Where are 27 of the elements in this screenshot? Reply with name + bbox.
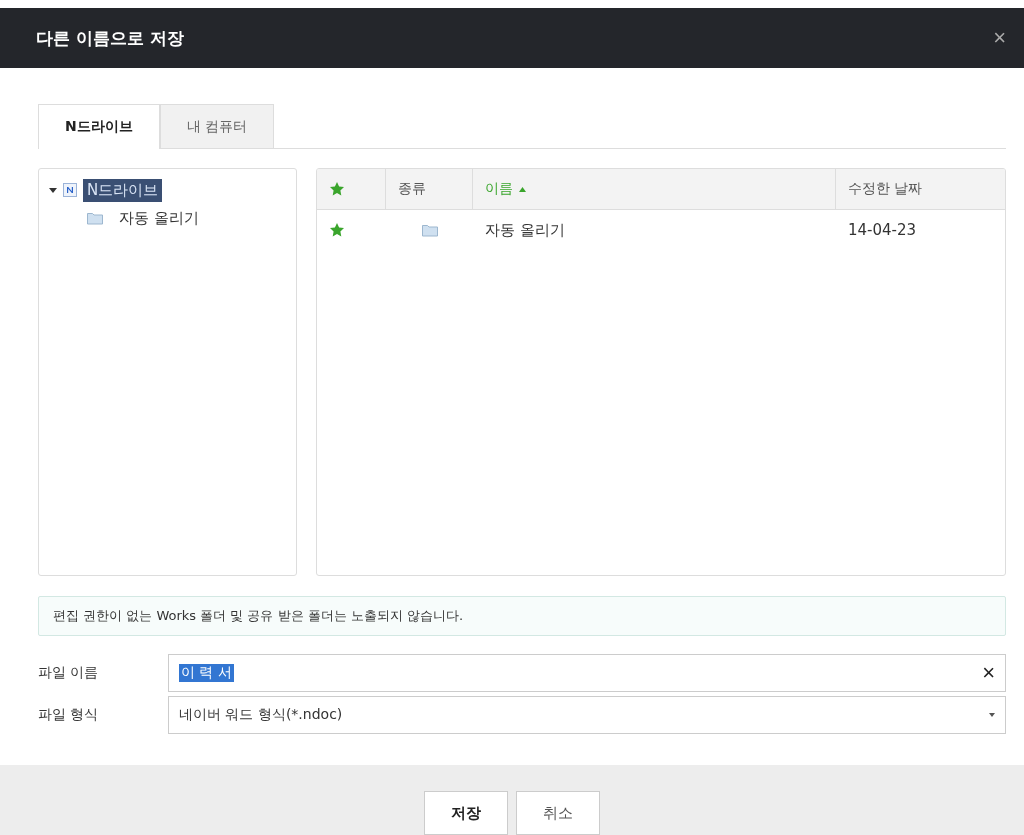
file-name: 자동 올리기 bbox=[485, 220, 565, 240]
modified-date: 14-04-23 bbox=[848, 221, 917, 239]
column-header[interactable]: 수정한 날짜 bbox=[848, 180, 923, 198]
close-button[interactable]: × bbox=[989, 25, 1010, 51]
folder-icon bbox=[87, 211, 103, 225]
caret-icon[interactable] bbox=[49, 186, 57, 194]
column-header[interactable]: 종류 bbox=[398, 180, 426, 198]
window-title: 다른 이름으로 저장 bbox=[36, 26, 184, 50]
dropdown-arrow-icon bbox=[989, 713, 995, 717]
dialog-button[interactable]: 저장 bbox=[424, 791, 508, 835]
clear-button[interactable]: × bbox=[982, 660, 995, 686]
tab[interactable]: N드라이브 bbox=[38, 104, 160, 149]
field-label: 파일 형식 bbox=[38, 706, 100, 724]
field-label: 파일 이름 bbox=[38, 664, 100, 682]
star-icon[interactable] bbox=[329, 181, 345, 197]
tree-item[interactable]: N드라이브 bbox=[83, 178, 163, 202]
file-type-dropdown[interactable]: 네이버 워드 형식(*.ndoc) bbox=[168, 696, 1006, 734]
sort-ascending-icon bbox=[519, 186, 526, 192]
file-row[interactable]: 자동 올리기 14-04-23 bbox=[317, 210, 1005, 250]
file-name-field[interactable]: 이 력 서 × bbox=[168, 654, 1006, 692]
tab[interactable]: 내 컴퓨터 bbox=[159, 104, 275, 148]
star-icon[interactable] bbox=[329, 222, 345, 238]
folder-icon bbox=[421, 223, 438, 237]
dialog-button[interactable]: 취소 bbox=[516, 791, 600, 835]
drive-icon bbox=[63, 183, 77, 197]
tree-item[interactable]: 자동 올리기 bbox=[115, 206, 203, 230]
notice-message: 편집 권한이 없는 Works 폴더 및 공유 받은 폴더는 노출되지 않습니다. bbox=[38, 596, 1006, 636]
